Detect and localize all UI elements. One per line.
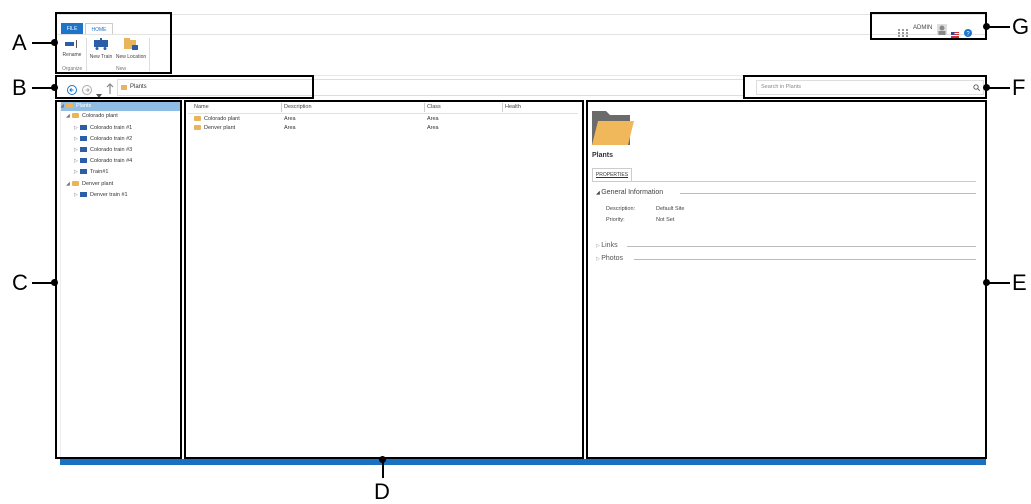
callout-box-e <box>586 100 987 459</box>
callout-box-g <box>870 12 987 40</box>
callout-line <box>987 87 1010 89</box>
callout-label-a: A <box>12 30 27 55</box>
callout-box-c <box>55 100 182 459</box>
callout-label-d: D <box>374 479 390 504</box>
callout-line <box>987 26 1010 28</box>
title-bar-divider <box>57 14 986 15</box>
callout-line <box>382 459 384 478</box>
callout-label-g: G <box>1012 14 1030 39</box>
callout-label-b: B <box>12 75 27 100</box>
callout-label-c: C <box>12 270 28 295</box>
callout-label-f: F <box>1012 75 1026 100</box>
callout-dot <box>51 279 58 286</box>
callout-box-d <box>184 100 584 459</box>
ribbon-top-divider <box>57 34 986 35</box>
callout-dot <box>51 39 58 46</box>
callout-box-b <box>55 75 314 99</box>
callout-box-f <box>743 75 987 99</box>
callout-line <box>987 282 1010 284</box>
callout-box-a <box>55 12 172 74</box>
callout-dot <box>51 84 58 91</box>
callout-label-e: E <box>1012 270 1027 295</box>
status-bar <box>60 459 986 465</box>
